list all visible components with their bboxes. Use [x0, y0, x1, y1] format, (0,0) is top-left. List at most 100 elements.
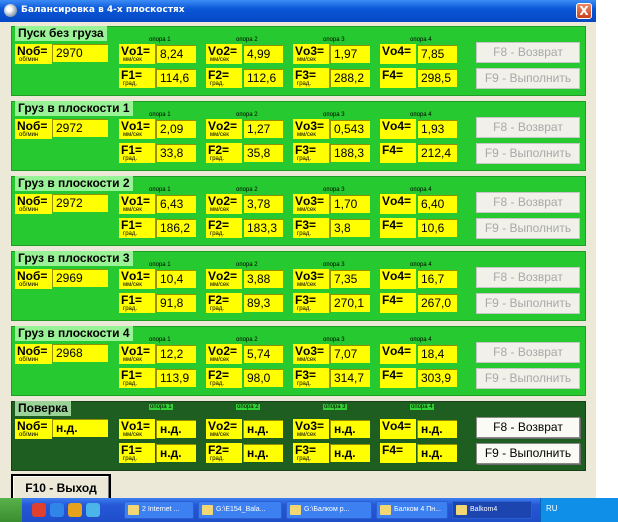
velocity-label-text: Vо1= [121, 269, 151, 283]
back-button[interactable]: F8 - Возврат [476, 342, 580, 363]
velocity-label: Vо1= мм/сек [119, 194, 155, 214]
media-icon[interactable] [68, 503, 82, 517]
quicklaunch-icon[interactable] [32, 503, 46, 517]
velocity-label: Vо3= мм/сек [293, 194, 329, 214]
rpm-label-text: Nоб= [17, 344, 48, 358]
phase-value: 267,0 [417, 294, 457, 312]
velocity-unit: мм/сек [123, 432, 142, 438]
phase-value: 91,8 [156, 294, 196, 312]
velocity-value: 1,97 [330, 45, 370, 63]
phase-label-text: F3= [295, 293, 317, 307]
velocity-value: 1,70 [330, 195, 370, 213]
velocity-unit: мм/сек [210, 282, 229, 288]
velocity-value: 3,88 [243, 270, 283, 288]
velocity-label: Vо4= [380, 44, 416, 64]
rpm-label: Nоб= об/мин [15, 269, 52, 289]
run-button[interactable]: F9 - Выполнить [476, 293, 580, 314]
taskbar-item[interactable]: G:\E154_Bala... [198, 501, 282, 519]
back-button[interactable]: F8 - Возврат [476, 42, 580, 63]
run-button[interactable]: F9 - Выполнить [476, 68, 580, 89]
phase-unit: град. [123, 381, 138, 387]
velocity-value: 0,543 [330, 120, 370, 138]
velocity-value: 18,4 [417, 345, 457, 363]
velocity-label: Vо1= мм/сек [119, 419, 155, 439]
velocity-value: 16,7 [417, 270, 457, 288]
run-button[interactable]: F9 - Выполнить [476, 443, 580, 464]
section-title: Пуск без груза [15, 26, 107, 41]
run-button[interactable]: F9 - Выполнить [476, 368, 580, 389]
phase-label: F4= [380, 443, 416, 463]
velocity-label-text: Vо2= [208, 119, 238, 133]
section-title: Поверка [15, 401, 71, 416]
phase-label: F2= град. [206, 443, 242, 463]
velocity-value: 12,2 [156, 345, 196, 363]
phase-label-text: F4= [382, 68, 404, 82]
run-button[interactable]: F9 - Выполнить [476, 218, 580, 239]
velocity-value: 6,43 [156, 195, 196, 213]
phase-label-text: F4= [382, 443, 404, 457]
velocity-label: Vо4= [380, 419, 416, 439]
phase-label-text: F4= [382, 293, 404, 307]
taskbar-item-label: G:\E154_Bala... [216, 506, 266, 513]
velocity-label-text: Vо4= [382, 44, 412, 58]
language-indicator[interactable]: RU [546, 504, 558, 513]
velocity-label-text: Vо4= [382, 419, 412, 433]
rpm-label-text: Nоб= [17, 269, 48, 283]
velocity-label: Vо2= мм/сек [206, 344, 242, 364]
rpm-unit: об/мин [19, 132, 39, 138]
velocity-unit: мм/сек [210, 357, 229, 363]
rpm-label: Nоб= об/мин [15, 419, 52, 439]
rpm-label-text: Nоб= [17, 44, 48, 58]
phase-label-text: F4= [382, 368, 404, 382]
phase-label: F4= [380, 143, 416, 163]
back-button[interactable]: F8 - Возврат [476, 192, 580, 213]
velocity-label-text: Vо2= [208, 344, 238, 358]
phase-label: F3= град. [293, 143, 329, 163]
taskbar-item[interactable]: Балком 4 Пн... [376, 501, 448, 519]
opora-label: опора 4 [410, 112, 432, 118]
phase-value: 298,5 [417, 69, 457, 87]
start-button[interactable] [0, 498, 22, 522]
phase-unit: град. [297, 381, 312, 387]
phase-label-text: F2= [208, 443, 230, 457]
section-title: Груз в плоскости 3 [15, 251, 133, 266]
velocity-label-text: Vо4= [382, 119, 412, 133]
velocity-label: Vо3= мм/сек [293, 44, 329, 64]
phase-unit: град. [123, 456, 138, 462]
taskbar-item[interactable]: G:\Балком р... [286, 501, 372, 519]
back-button[interactable]: F8 - Возврат [476, 417, 580, 438]
desktop-icon[interactable] [86, 503, 100, 517]
velocity-unit: мм/сек [123, 357, 142, 363]
phase-label-text: F2= [208, 368, 230, 382]
velocity-value: 3,78 [243, 195, 283, 213]
taskbar-item[interactable]: 2 Internet ... [124, 501, 194, 519]
rpm-label-text: Nоб= [17, 194, 48, 208]
velocity-value: 6,40 [417, 195, 457, 213]
phase-label: F1= град. [119, 143, 155, 163]
velocity-label: Vо1= мм/сек [119, 44, 155, 64]
velocity-unit: мм/сек [297, 357, 316, 363]
close-button[interactable]: X [576, 3, 592, 19]
velocity-label: Vо4= [380, 269, 416, 289]
velocity-value: н.д. [156, 420, 196, 438]
phase-label-text: F3= [295, 68, 317, 82]
run-button[interactable]: F9 - Выполнить [476, 143, 580, 164]
velocity-label: Vо2= мм/сек [206, 419, 242, 439]
taskbar-item[interactable]: Balkom4 [452, 501, 532, 519]
taskbar-item-label: 2 Internet ... [142, 506, 180, 513]
opora-label: опора 1 [149, 37, 171, 43]
back-button[interactable]: F8 - Возврат [476, 117, 580, 138]
phase-value: 113,9 [156, 369, 196, 387]
phase-label-text: F1= [121, 368, 143, 382]
section-title: Груз в плоскости 1 [15, 101, 133, 116]
phase-label-text: F3= [295, 218, 317, 232]
title-bar[interactable]: Балансировка в 4-х плоскостях X [0, 0, 596, 22]
velocity-label-text: Vо4= [382, 194, 412, 208]
phase-unit: град. [210, 231, 225, 237]
back-button[interactable]: F8 - Возврат [476, 267, 580, 288]
rpm-value: 2968 [52, 344, 108, 362]
velocity-value: 5,74 [243, 345, 283, 363]
velocity-label-text: Vо2= [208, 44, 238, 58]
ie-icon[interactable] [50, 503, 64, 517]
app-window: Балансировка в 4-х плоскостях X F10 - Вы… [0, 0, 596, 522]
